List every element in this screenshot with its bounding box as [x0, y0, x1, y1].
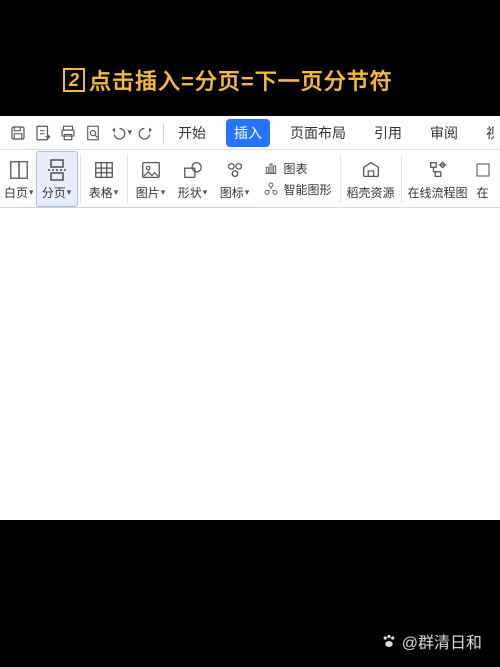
tab-view[interactable]: 视 — [478, 119, 494, 147]
table-label: 表格 — [89, 184, 113, 201]
ribbon-tabs: 开始 插入 页面布局 引用 审阅 视 — [170, 119, 494, 147]
watermark: @群清日和 — [380, 629, 482, 653]
smartart-button[interactable]: 智能图形 — [262, 181, 332, 198]
shape-button[interactable]: 形状▾ — [172, 151, 214, 207]
icon-button[interactable]: 图标▾ — [214, 151, 256, 207]
save-icon[interactable] — [6, 120, 29, 146]
table-icon — [92, 156, 116, 184]
tab-insert[interactable]: 插入 — [226, 119, 270, 147]
undo-dropdown-icon[interactable]: ▾ — [127, 127, 132, 138]
blank-page-icon — [8, 156, 30, 184]
document-area — [0, 208, 500, 520]
chevron-down-icon: ▾ — [29, 187, 34, 198]
chart-smartart-group: 图表 智能图形 — [256, 151, 338, 207]
chevron-down-icon: ▾ — [67, 187, 72, 198]
instruction-caption: 2 点击插入=分页=下一页分节符 — [63, 64, 393, 96]
chevron-down-icon: ▾ — [114, 187, 119, 198]
cutoff-label: 在 — [477, 184, 489, 201]
tab-layout[interactable]: 页面布局 — [282, 119, 354, 147]
cutoff-icon — [474, 156, 492, 184]
assets-icon — [359, 156, 383, 184]
picture-button[interactable]: 图片▾ — [130, 151, 172, 207]
flowchart-icon — [425, 156, 451, 184]
cutoff-button[interactable]: 在 — [472, 151, 494, 207]
tab-start[interactable]: 开始 — [170, 119, 214, 147]
assets-button[interactable]: 稻壳资源 — [343, 151, 399, 207]
shape-label: 形状 — [178, 184, 202, 201]
ribbon-divider — [80, 155, 81, 203]
shape-icon — [181, 156, 205, 184]
preview-icon[interactable] — [81, 120, 104, 146]
smartart-label: 智能图形 — [284, 181, 332, 198]
blank-page-label: 白页 — [4, 184, 28, 201]
redo-icon[interactable] — [134, 120, 157, 146]
caption-text: 点击插入=分页=下一页分节符 — [89, 64, 393, 96]
ribbon-divider — [340, 155, 341, 203]
watermark-text: @群清日和 — [402, 629, 482, 653]
qat-separator — [163, 123, 164, 143]
chart-button[interactable]: 图表 — [262, 160, 308, 177]
paw-icon — [380, 632, 398, 650]
page-break-label: 分页 — [42, 184, 66, 201]
page-break-icon — [45, 156, 69, 184]
ribbon-insert: 白页▾ 分页▾ 表格▾ 图片▾ 形状▾ — [0, 150, 500, 208]
chevron-down-icon: ▾ — [245, 187, 250, 198]
title-bar: ▾ 开始 插入 页面布局 引用 审阅 视 — [0, 116, 500, 150]
chevron-down-icon: ▾ — [161, 187, 166, 198]
icon-gallery-icon — [223, 156, 247, 184]
icon-label: 图标 — [220, 184, 244, 201]
picture-icon — [139, 156, 163, 184]
page-break-button[interactable]: 分页▾ — [36, 151, 78, 207]
chart-label: 图表 — [284, 160, 308, 177]
picture-label: 图片 — [136, 184, 160, 201]
flowchart-label: 在线流程图 — [408, 184, 468, 201]
chevron-down-icon: ▾ — [203, 187, 208, 198]
ribbon-divider — [127, 155, 128, 203]
undo-icon[interactable] — [106, 120, 129, 146]
tab-reference[interactable]: 引用 — [366, 119, 410, 147]
ribbon-divider — [401, 155, 402, 203]
chart-icon — [262, 160, 280, 176]
export-icon[interactable] — [31, 120, 54, 146]
blank-page-button[interactable]: 白页▾ — [2, 151, 36, 207]
smartart-icon — [262, 181, 280, 197]
app-window: ▾ 开始 插入 页面布局 引用 审阅 视 白页▾ 分页▾ — [0, 116, 500, 520]
step-number-box: 2 — [63, 68, 85, 92]
flowchart-button[interactable]: 在线流程图 — [404, 151, 472, 207]
print-icon[interactable] — [56, 120, 79, 146]
tab-review[interactable]: 审阅 — [422, 119, 466, 147]
table-button[interactable]: 表格▾ — [83, 151, 125, 207]
assets-label: 稻壳资源 — [347, 184, 395, 201]
